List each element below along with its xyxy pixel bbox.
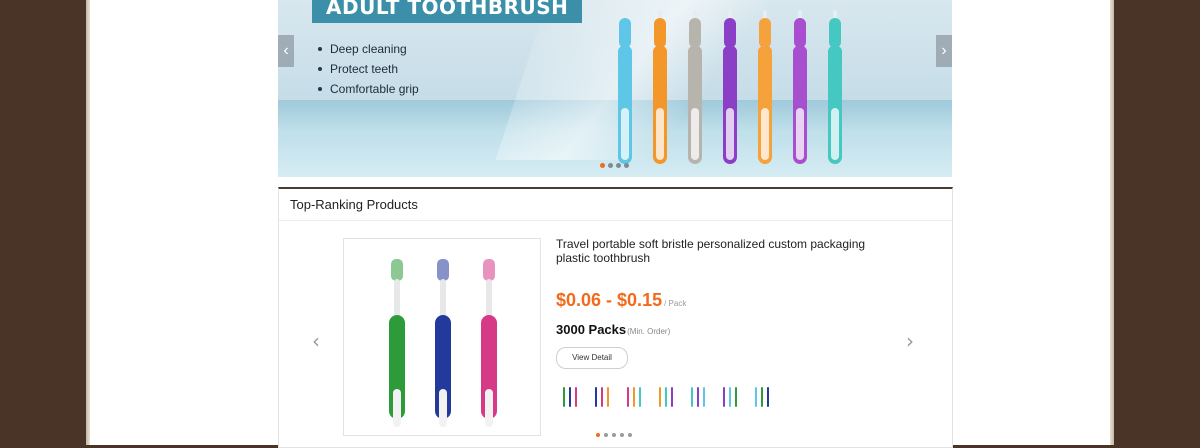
banner-pagination-dot[interactable] — [624, 163, 629, 168]
banner-next-button[interactable]: › — [936, 35, 952, 67]
product-prev-button[interactable]: ‹ — [312, 329, 320, 353]
banner-pagination-dot[interactable] — [616, 163, 621, 168]
view-detail-button[interactable]: View Detail — [556, 347, 628, 369]
banner-carousel[interactable]: ADULT TOOTHBRUSH Deep cleaning Protect t… — [278, 0, 952, 177]
banner-toothbrush — [758, 10, 772, 164]
banner-feature-item: Deep cleaning — [316, 40, 419, 60]
min-order-quantity: 3000 Packs — [556, 322, 627, 337]
min-order-note: (Min. Order) — [627, 327, 671, 336]
product-thumbnail[interactable] — [718, 385, 742, 409]
section-divider — [279, 220, 952, 221]
product-toothbrush — [481, 259, 497, 427]
product-thumbnails — [558, 385, 774, 409]
banner-feature-item: Protect teeth — [316, 60, 419, 80]
product-price: $0.06 - $0.15 — [556, 290, 663, 310]
banner-toothbrush — [723, 10, 737, 164]
product-thumbnail[interactable] — [654, 385, 678, 409]
moq-row: 3000 Packs(Min. Order) — [556, 321, 670, 339]
banner-pagination-dot[interactable] — [600, 163, 605, 168]
chevron-left-icon: ‹ — [283, 42, 289, 59]
banner-toothbrush — [653, 10, 667, 164]
page-content: ADULT TOOTHBRUSH Deep cleaning Protect t… — [90, 0, 1110, 448]
banner-title: ADULT TOOTHBRUSH — [312, 0, 583, 23]
product-pagination-dot[interactable] — [604, 433, 608, 437]
section-title: Top-Ranking Products — [290, 197, 418, 212]
product-pagination-dot[interactable] — [596, 433, 600, 437]
banner-pagination-dot[interactable] — [608, 163, 613, 168]
product-next-button[interactable]: › — [906, 329, 914, 353]
product-pagination-dot[interactable] — [628, 433, 632, 437]
price-row: $0.06 - $0.15/ Pack — [556, 290, 686, 311]
banner-toothbrush — [618, 10, 632, 164]
chevron-left-icon: ‹ — [312, 329, 320, 353]
banner-toothbrush — [793, 10, 807, 164]
page-frame-right — [1110, 0, 1114, 445]
product-thumbnail[interactable] — [686, 385, 710, 409]
banner-feature-item: Comfortable grip — [316, 80, 419, 100]
product-image[interactable] — [343, 238, 541, 436]
chevron-right-icon: › — [906, 329, 914, 353]
product-thumbnail[interactable] — [590, 385, 614, 409]
product-pagination-dot[interactable] — [612, 433, 616, 437]
product-toothbrush — [435, 259, 451, 427]
product-thumbnail[interactable] — [750, 385, 774, 409]
product-toothbrush — [389, 259, 405, 427]
banner-pagination — [600, 163, 629, 168]
product-title[interactable]: Travel portable soft bristle personalize… — [556, 237, 896, 265]
banner-toothbrush — [688, 10, 702, 164]
banner-prev-button[interactable]: ‹ — [278, 35, 294, 67]
banner-toothbrush — [828, 10, 842, 164]
product-thumbnail[interactable] — [622, 385, 646, 409]
product-pagination-dot[interactable] — [620, 433, 624, 437]
product-thumbnail[interactable] — [558, 385, 582, 409]
banner-toothbrush-image — [608, 10, 868, 170]
price-unit: / Pack — [664, 299, 687, 308]
product-pagination — [596, 433, 632, 437]
chevron-right-icon: › — [941, 42, 947, 59]
top-ranking-section: Top-Ranking Products ‹ › Travel portable… — [278, 187, 953, 448]
banner-feature-list: Deep cleaning Protect teeth Comfortable … — [316, 40, 419, 100]
